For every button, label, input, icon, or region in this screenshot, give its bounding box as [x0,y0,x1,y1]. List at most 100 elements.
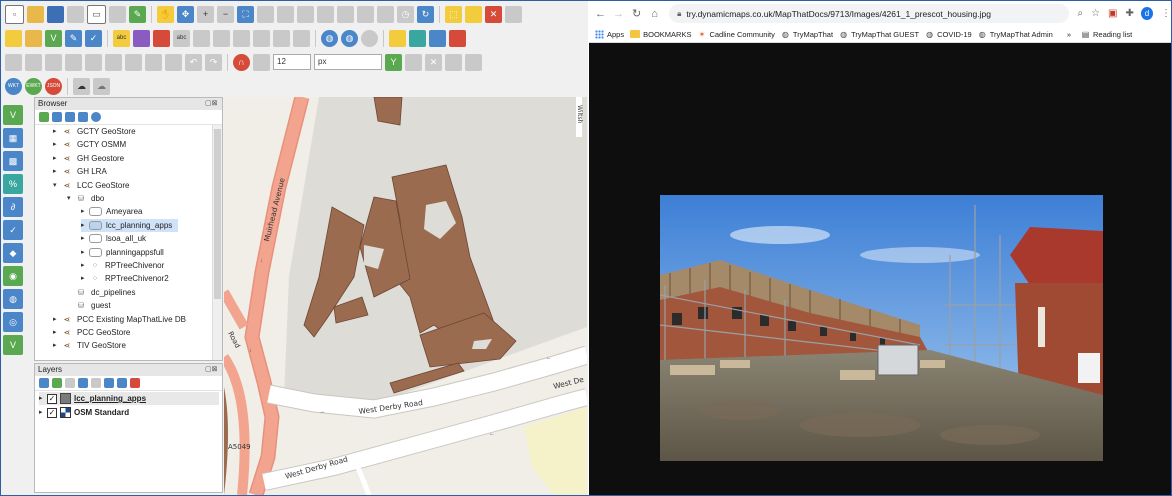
pin-labels-icon[interactable] [153,29,170,47]
save-as-icon[interactable] [67,5,84,23]
plugin-icon[interactable] [409,29,426,47]
collapsed-arrow-icon[interactable]: ▸ [53,339,61,352]
remove-layer-icon[interactable] [130,378,140,388]
zoom-icon[interactable]: ⌕ [1077,8,1083,19]
collapsed-arrow-icon[interactable]: ▸ [81,272,89,285]
bookmarks-overflow-button[interactable]: » [1067,30,1071,39]
select-value-icon[interactable] [465,5,482,23]
diagram-icon[interactable] [273,29,290,47]
browser-item[interactable]: ▸ ⋖ TIV GeoStore [53,339,126,352]
pan-to-selection-icon[interactable]: ✥ [177,5,194,23]
collapsed-arrow-icon[interactable]: ▸ [53,138,61,151]
refresh-browser-icon[interactable] [52,112,62,122]
browser-scrollbar[interactable] [212,125,222,360]
collapsed-arrow-icon[interactable]: ▸ [53,313,61,326]
collapsed-arrow-icon[interactable]: ▸ [81,259,89,272]
forward-icon[interactable]: → [612,8,625,20]
bookmark-item[interactable]: ◍ TryMapThat [781,30,833,39]
zoom-selection-icon[interactable] [257,5,274,23]
filter-expression-icon[interactable] [91,378,101,388]
open-project-icon[interactable] [27,5,44,23]
add-mesh-layer-icon[interactable]: ▩ [3,151,23,171]
json-icon[interactable]: JSON [45,77,62,95]
intersection-icon[interactable] [405,53,422,71]
pan-icon[interactable]: ✋ [157,5,174,23]
collapsed-arrow-icon[interactable]: ▸ [53,152,61,165]
new-project-icon[interactable]: ▫ [5,4,24,24]
copy-features-icon[interactable] [145,53,162,71]
browser-item[interactable]: ▸ ⋖ GCTY OSMM [53,138,126,151]
browser-item[interactable]: ⛁ guest [67,299,111,312]
zoom-out-icon[interactable]: − [217,5,234,23]
add-spatialite-icon[interactable]: ✓ [3,220,23,240]
bookmark-item[interactable]: BOOKMARKS [630,30,691,39]
filter-browser-icon[interactable] [65,112,75,122]
deselect-icon[interactable]: ✕ [485,5,502,23]
collapsed-arrow-icon[interactable]: ▸ [81,246,89,259]
browser-item[interactable]: ▸ lsoa_all_uk [81,232,146,245]
browser-item[interactable]: ▸ ⋖ GCTY GeoStore [53,125,136,138]
zoom-last-icon[interactable] [317,5,334,23]
info-icon[interactable] [91,112,101,122]
snapping-unit-select[interactable]: px [314,54,382,70]
browser-item[interactable]: ▾ ⋖ LCC GeoStore [53,179,129,192]
label-toggle-icon[interactable]: abc [173,29,190,47]
add-geopackage-icon[interactable]: ∂ [3,197,23,217]
topology-icon[interactable]: Y [385,53,402,71]
globe-icon[interactable]: ◍ [321,29,338,47]
star-icon[interactable]: ☆ [1091,8,1100,19]
save-project-icon[interactable] [47,5,64,23]
snapping-tolerance-field[interactable]: 12 [273,54,311,70]
print-layout-icon[interactable]: ▭ [87,4,106,24]
undo-icon[interactable]: ↶ [185,53,202,71]
add-wfs-icon[interactable]: ◎ [3,312,23,332]
menu-icon[interactable]: ⋮ [1161,8,1171,19]
expand-all-icon[interactable] [104,378,114,388]
python-console-icon[interactable] [389,29,406,47]
expanded-arrow-icon[interactable]: ▾ [53,179,61,192]
new-3d-view-icon[interactable] [377,5,394,23]
extension-icon[interactable]: ▣ [1108,8,1117,19]
paste-features-icon[interactable] [165,53,182,71]
layer-visibility-checkbox[interactable]: ✓ [47,407,57,418]
bookmark-item[interactable]: ◍ COVID-19 [925,30,972,39]
layer-visibility-checkbox[interactable]: ✓ [47,393,57,404]
change-label-icon[interactable] [233,29,250,47]
wkt-icon[interactable]: WKT [5,77,22,95]
layer-expand-icon[interactable]: ▸ [39,406,47,419]
panel-close-icon[interactable]: ▢⊠ [205,100,219,108]
globe-search-icon[interactable]: ◍ [341,29,358,47]
collapsed-arrow-icon[interactable]: ▸ [53,326,61,339]
manage-map-themes-icon[interactable] [65,378,75,388]
map-svg[interactable]: ↓ ↓ → ← ← Muirhead Avenue West Derby Roa… [224,97,587,495]
browser-item[interactable]: ▸ ⋖ PCC GeoStore [53,326,130,339]
collapsed-arrow-icon[interactable]: ▸ [81,232,89,245]
url-text[interactable]: try.dynamicmaps.co.uk/MapThatDocs/9713/I… [686,9,991,19]
bookmark-item[interactable]: ✶ Cadline Community [697,30,775,39]
cloud-sync-icon[interactable]: ☁ [73,77,90,95]
back-icon[interactable]: ← [594,8,607,20]
plugin2-icon[interactable] [429,29,446,47]
delete-selected-icon[interactable] [105,53,122,71]
toggle-editing-icon[interactable] [25,53,42,71]
add-delimited-icon[interactable]: ✓ [85,29,102,47]
plugin3-icon[interactable] [449,29,466,47]
layer-item[interactable]: ▸ ✓ OSM Standard [39,406,129,419]
browser-item[interactable]: ▸ ⋖ GH LRA [53,165,107,178]
label-style-icon[interactable] [133,29,150,47]
temporal-icon[interactable]: ◷ [397,5,414,23]
browser-item[interactable]: ▾ ⛁ dbo [67,192,104,205]
map-canvas[interactable]: ↓ ↓ → ← ← Muirhead Avenue West Derby Roa… [224,97,587,495]
zoom-native-icon[interactable] [297,5,314,23]
browser-item[interactable]: ▸ ⋖ GH Geostore [53,152,124,165]
style-manager-icon[interactable]: ✎ [129,5,146,23]
add-delimited-text-icon[interactable]: % [3,174,23,194]
home-icon[interactable]: ⌂ [648,8,661,20]
ewkt-icon[interactable]: EWKT [25,77,42,95]
collapse-all-icon[interactable] [78,112,88,122]
rotate-label-icon[interactable] [213,29,230,47]
vertex-tool-icon[interactable] [85,53,102,71]
digitize-icon[interactable]: ✎ [65,29,82,47]
save-edits-icon[interactable] [45,53,62,71]
data-source-manager-icon[interactable] [5,29,22,47]
